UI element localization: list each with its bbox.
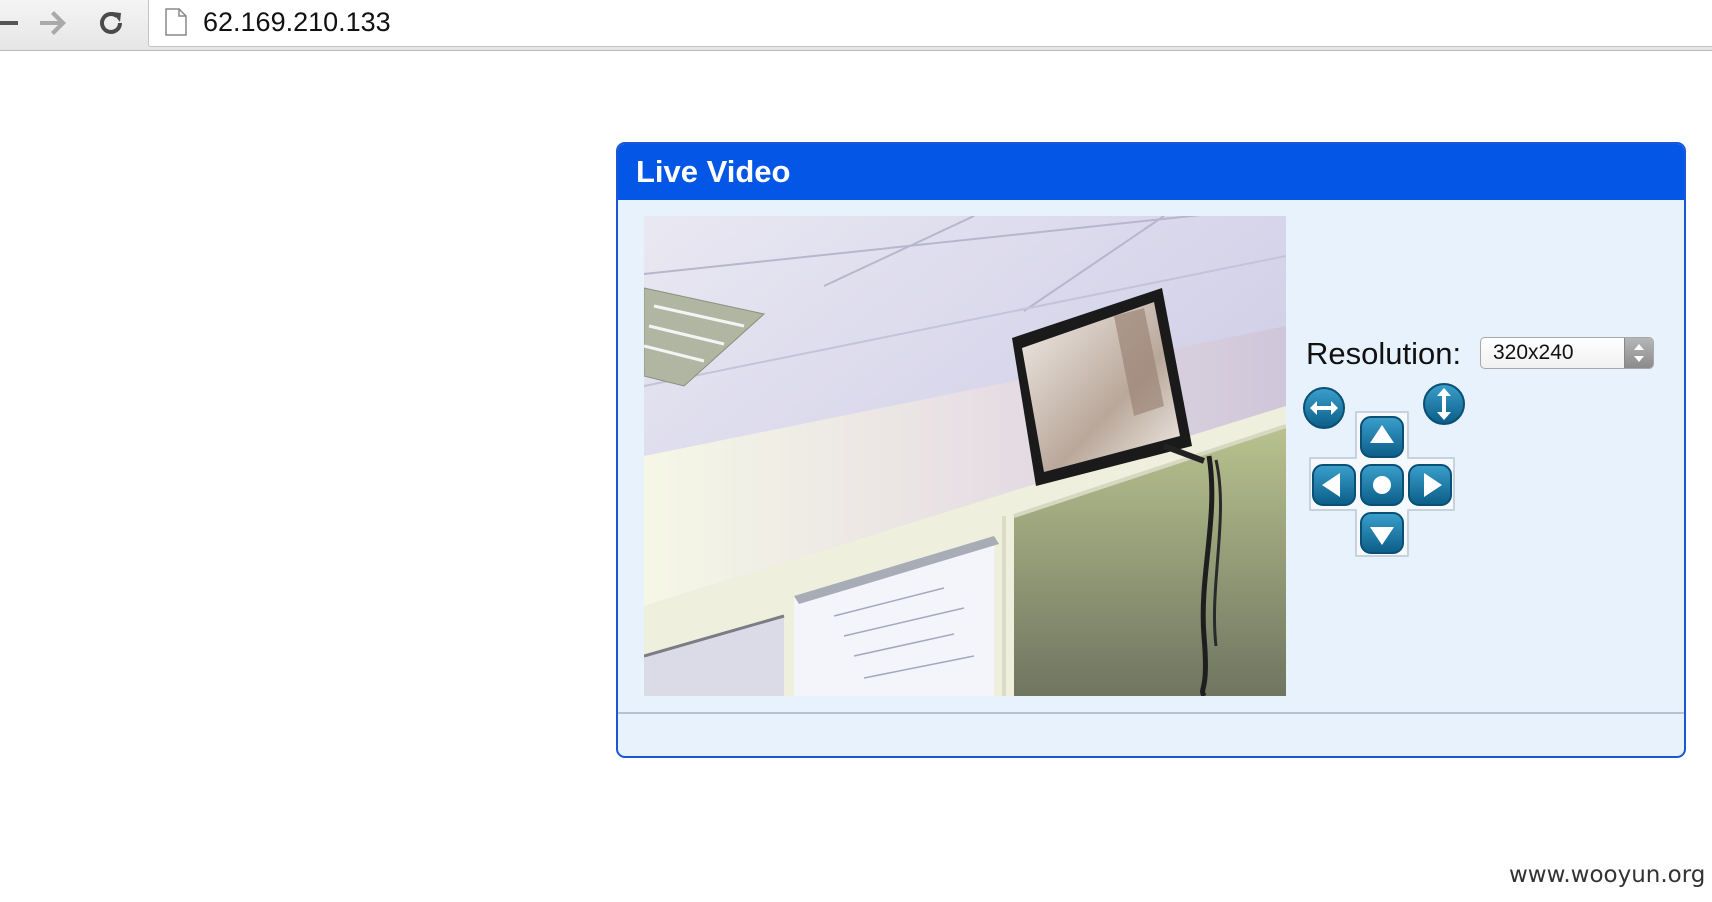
back-arrow-icon[interactable] — [0, 6, 26, 40]
url-text[interactable]: 62.169.210.133 — [203, 7, 391, 38]
panel-divider — [618, 712, 1684, 714]
arrow-left-icon[interactable] — [1312, 464, 1356, 511]
resolution-label: Resolution: — [1306, 336, 1462, 371]
live-video-panel: Live Video Resolution: 320x240 — [616, 142, 1686, 758]
browser-toolbar: 62.169.210.133 — [0, 0, 1712, 51]
tilt-scan-icon[interactable] — [1422, 382, 1466, 431]
resolution-select[interactable]: 320x240 — [1480, 337, 1654, 369]
live-video-feed — [644, 216, 1286, 696]
resolution-value: 320x240 — [1493, 341, 1574, 364]
select-stepper-icon — [1624, 338, 1653, 368]
arrow-up-icon[interactable] — [1360, 416, 1404, 463]
arrow-down-icon[interactable] — [1360, 512, 1404, 559]
pan-scan-icon[interactable] — [1302, 386, 1346, 435]
center-icon[interactable] — [1360, 464, 1404, 511]
arrow-right-icon[interactable] — [1408, 464, 1452, 511]
panel-title: Live Video — [636, 154, 791, 189]
panel-header: Live Video — [618, 144, 1684, 200]
watermark: www.wooyun.org — [1509, 862, 1706, 888]
ptz-control-pad — [1298, 382, 1488, 582]
reload-icon[interactable] — [94, 6, 128, 40]
forward-arrow-icon[interactable] — [36, 6, 70, 40]
address-bar[interactable]: 62.169.210.133 — [148, 0, 1712, 47]
page-icon — [165, 8, 187, 41]
